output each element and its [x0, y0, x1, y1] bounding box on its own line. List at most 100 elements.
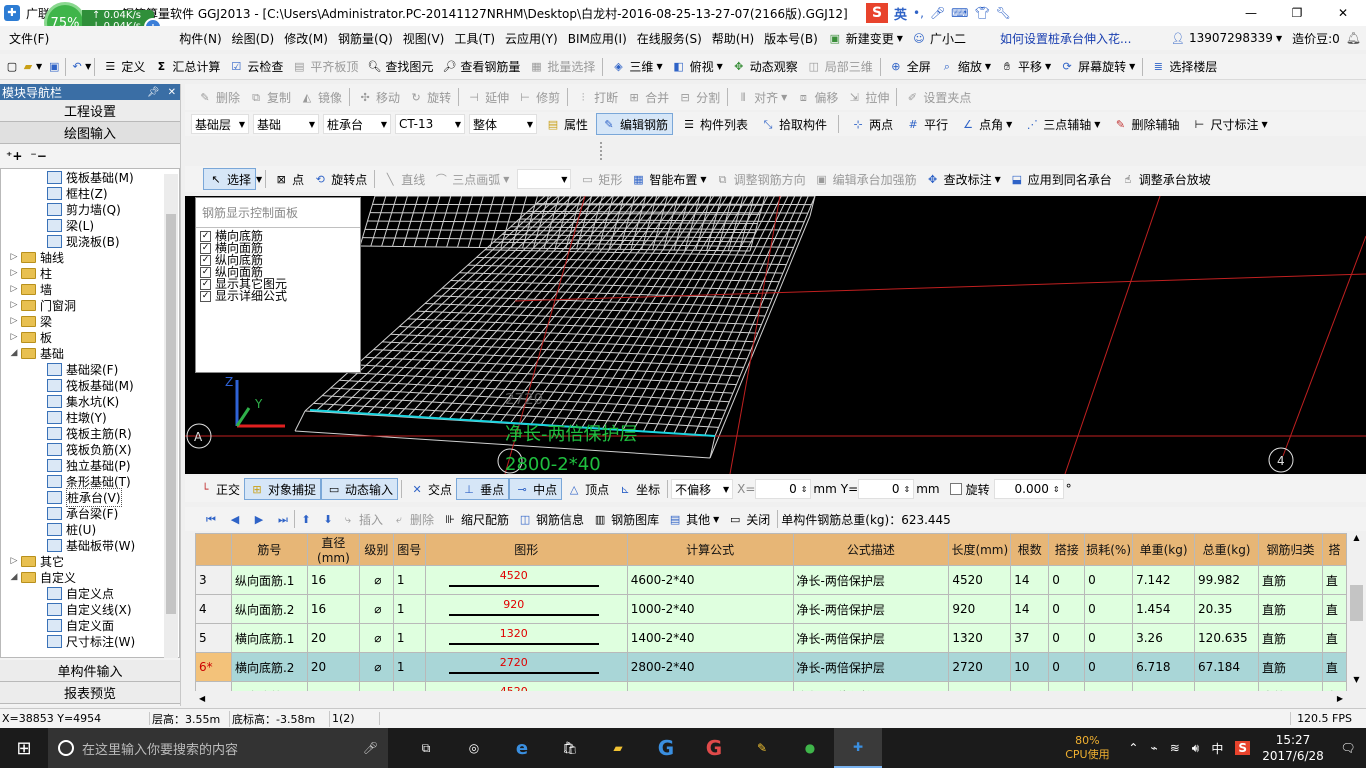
- checkbox-checked-icon[interactable]: ✓: [200, 278, 211, 290]
- extend-button[interactable]: ⊣ 延伸: [462, 86, 513, 108]
- menu-item[interactable]: 工具(T): [449, 30, 500, 47]
- column-header[interactable]: [195, 533, 232, 566]
- delete-aux-button[interactable]: ✎ 删除辅轴: [1108, 113, 1183, 135]
- sogou-tray-icon[interactable]: S: [1235, 741, 1250, 755]
- prev-icon[interactable]: ◀: [227, 511, 243, 527]
- drawing-viewport[interactable]: A 4 Z Y 2720 净长-两倍保护层 2800-2*40: [185, 196, 1366, 474]
- column-header[interactable]: 单重(kg): [1132, 533, 1196, 566]
- parallel-button[interactable]: # 平行: [901, 113, 952, 135]
- column-header[interactable]: 计算公式: [626, 533, 794, 566]
- 3d-button[interactable]: ◈ 三维 ▼: [606, 56, 666, 78]
- component-list-button[interactable]: ☰ 构件列表: [677, 113, 752, 135]
- tree-item[interactable]: ◢ 自定义: [1, 569, 179, 585]
- table-cell[interactable]: 横向底筋.2: [230, 652, 308, 682]
- column-header[interactable]: 筋号: [230, 533, 308, 566]
- tree-item[interactable]: 框柱(Z): [1, 185, 179, 201]
- tree-item[interactable]: 桩承台(V): [1, 487, 179, 507]
- table-cell[interactable]: 直: [1321, 623, 1347, 653]
- pin-icon[interactable]: 📌︎: [147, 87, 160, 98]
- table-cell[interactable]: 4600-2*40: [626, 565, 794, 595]
- tree-item[interactable]: 现浇板(B): [1, 233, 179, 249]
- delete-button[interactable]: ✎ 删除: [193, 86, 244, 108]
- define-button[interactable]: ☰ 定义: [98, 56, 149, 78]
- column-header[interactable]: 图形: [424, 533, 628, 566]
- three-point-aux-button[interactable]: ⋰ 三点辅轴 ▼: [1020, 113, 1104, 135]
- shape-cell[interactable]: 4520: [424, 565, 628, 595]
- clock[interactable]: 15:27 2017/6/28: [1256, 732, 1330, 764]
- tree-item[interactable]: ▷ 门窗洞: [1, 297, 179, 313]
- stretch-button[interactable]: ⇲ 拉伸: [842, 86, 893, 108]
- tree-item[interactable]: 桩(U): [1, 521, 179, 537]
- app-green-icon[interactable]: ●: [786, 728, 834, 768]
- help-link[interactable]: 如何设置桩承台伸入花...: [1000, 30, 1160, 47]
- adjust-rebar-dir-button[interactable]: ⧉ 调整钢筋方向: [711, 168, 810, 190]
- table-cell[interactable]: 10: [1010, 652, 1050, 682]
- viewport-canvas[interactable]: A 4 Z Y 2720 净长-两倍保护层 2800-2*40: [185, 196, 1366, 474]
- whole-select[interactable]: 整体 ▼: [469, 114, 537, 134]
- keyboard-icon[interactable]: ⌨: [951, 6, 968, 20]
- local-3d-button[interactable]: ◫ 局部三维: [802, 56, 877, 78]
- menu-item[interactable]: 云应用(Y): [500, 30, 563, 47]
- volume-icon[interactable]: 🔊︎: [1186, 741, 1206, 756]
- cloud-check-button[interactable]: ☑ 云检查: [224, 56, 287, 78]
- select-floor-button[interactable]: ≣ 选择楼层: [1146, 56, 1221, 78]
- table-cell[interactable]: 15: [1010, 681, 1050, 691]
- find-element-button[interactable]: 🔍︎ 查找图元: [362, 56, 437, 78]
- scroll-left-icon[interactable]: ◀: [195, 694, 209, 703]
- split-button[interactable]: ⊟ 分割: [673, 86, 724, 108]
- tree-item[interactable]: ▷ 轴线: [1, 249, 179, 265]
- column-header[interactable]: 级别: [358, 533, 394, 566]
- apply-same-cap-button[interactable]: ⬓ 应用到同名承台: [1005, 168, 1116, 190]
- checkbox-checked-icon[interactable]: ✓: [200, 242, 211, 254]
- tree-item[interactable]: 尺寸标注(W): [1, 633, 179, 649]
- table-row[interactable]: 7纵向底筋.116⌀145204600-2*40净长-两倍保护层45201500…: [195, 681, 1347, 691]
- skin-icon[interactable]: 👕︎: [974, 6, 989, 20]
- tree-item[interactable]: ▷ 板: [1, 329, 179, 345]
- notification-icon[interactable]: 🗨︎: [1330, 741, 1366, 755]
- column-header[interactable]: 损耗(%): [1084, 533, 1134, 566]
- vscroll-thumb[interactable]: [1350, 585, 1363, 621]
- table-cell[interactable]: 0: [1084, 565, 1134, 595]
- coordinate-button[interactable]: ⊾ 坐标: [613, 478, 664, 500]
- dimension-button[interactable]: ⊢ 尺寸标注 ▼: [1187, 113, 1271, 135]
- select-button[interactable]: ↖ 选择: [203, 168, 257, 190]
- check-label-button[interactable]: ✥ 查改标注 ▼: [921, 168, 1005, 190]
- table-cell[interactable]: 0: [1084, 623, 1134, 653]
- close-icon[interactable]: ✕: [1320, 6, 1366, 20]
- table-row[interactable]: 3 纵向面筋.1 16 ⌀ 1 4520 4600-2*40 净长-两倍保护层 4520 14 0 0…: [195, 565, 1347, 595]
- screen-rotate-button[interactable]: ⟳ 屏幕旋转 ▼: [1055, 56, 1139, 78]
- x-input[interactable]: 0 ⇕: [755, 479, 812, 499]
- table-cell[interactable]: 1000-2*40: [626, 594, 794, 624]
- table-cell[interactable]: 107.124: [1194, 681, 1260, 691]
- point-angle-button[interactable]: ∠ 点角 ▼: [956, 113, 1016, 135]
- name-select[interactable]: CT-13 ▼: [395, 114, 465, 134]
- bell-icon[interactable]: 🔔︎: [1346, 31, 1361, 45]
- table-cell[interactable]: 直: [1321, 681, 1347, 691]
- tree-item[interactable]: 筏板基础(M): [1, 377, 179, 393]
- open-file-icon[interactable]: ▰: [20, 59, 36, 75]
- rebar-info-button[interactable]: ◫ 钢筋信息: [513, 508, 588, 530]
- store-icon[interactable]: 🛍︎: [546, 728, 594, 768]
- rotate-checkbox[interactable]: [949, 483, 962, 495]
- table-cell[interactable]: 99.982: [1194, 565, 1260, 595]
- table-cell[interactable]: 14: [1010, 565, 1050, 595]
- expand-arrow-icon[interactable]: ▷: [9, 300, 19, 310]
- ime-lang[interactable]: 英: [894, 4, 907, 23]
- top-view-button[interactable]: ◧ 俯视 ▼: [667, 56, 727, 78]
- expand-arrow-icon[interactable]: ▷: [9, 268, 19, 278]
- expand-arrow-icon[interactable]: ▷: [9, 252, 19, 262]
- table-cell[interactable]: 1320: [948, 623, 1012, 653]
- new-file-icon[interactable]: ▢: [4, 59, 20, 75]
- tree-item[interactable]: 集水坑(K): [1, 393, 179, 409]
- scroll-down-icon[interactable]: ▼: [1347, 675, 1366, 691]
- edge-icon[interactable]: e: [498, 728, 546, 768]
- table-cell[interactable]: 920: [948, 594, 1012, 624]
- task-view-icon[interactable]: ⧉: [402, 728, 450, 768]
- table-cell[interactable]: 直筋: [1258, 565, 1323, 595]
- tree-item[interactable]: 柱墩(Y): [1, 409, 179, 425]
- tree-item[interactable]: 筏板主筋(R): [1, 425, 179, 441]
- column-header[interactable]: 直径(mm): [306, 533, 360, 566]
- column-header[interactable]: 搭: [1321, 533, 1347, 566]
- tree-item[interactable]: 自定义点: [1, 585, 179, 601]
- save-icon[interactable]: ▣: [46, 59, 62, 75]
